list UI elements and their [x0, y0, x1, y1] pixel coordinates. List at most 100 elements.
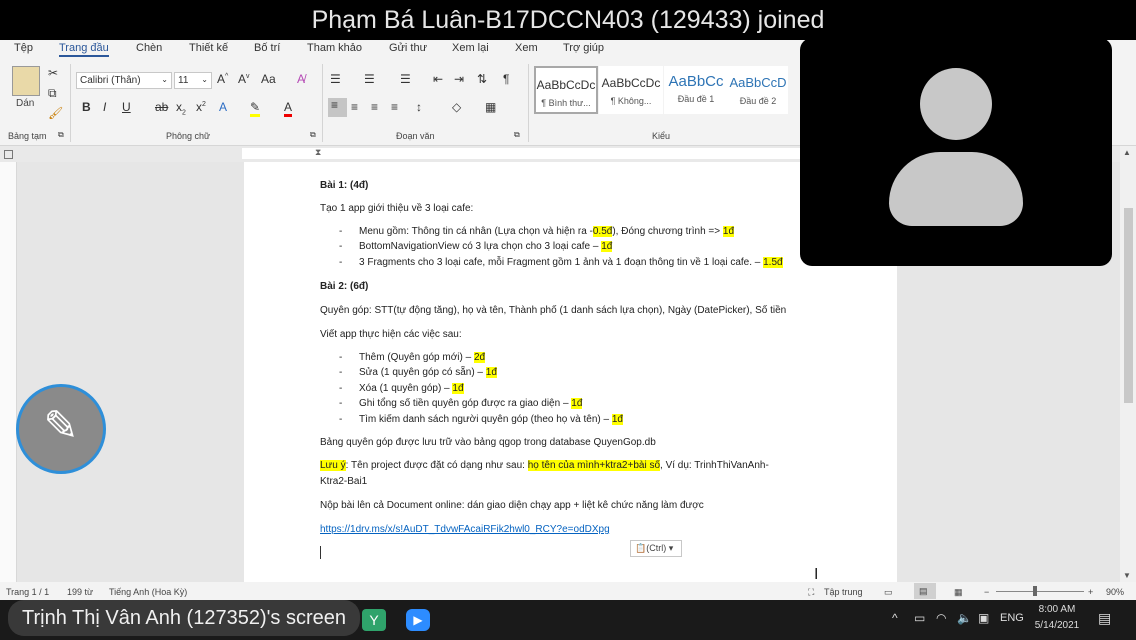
paste-icon[interactable] [12, 66, 40, 96]
bai2-item: Sửa (1 quyên góp có sẵn) – 1đ [359, 367, 497, 378]
zoom-slider[interactable] [996, 591, 1084, 592]
bullets-icon[interactable]: ☰ [330, 72, 341, 86]
style-heading-2[interactable]: AaBbCcD Đầu đề 2 [728, 66, 788, 114]
align-center-icon[interactable]: ≡ [351, 100, 358, 114]
bullet-dash: - [339, 398, 343, 409]
android-studio-icon[interactable]: Y [362, 609, 386, 631]
highlight-icon[interactable]: ✎ [250, 100, 261, 117]
scroll-down-icon[interactable]: ▼ [1123, 571, 1131, 580]
text: Menu gồm: Thông tin cá nhân (Lựa chọn và… [359, 226, 593, 237]
bold-button[interactable]: B [82, 100, 91, 114]
align-left-icon[interactable]: ≡ [328, 98, 347, 117]
tab-insert[interactable]: Chèn [136, 42, 162, 54]
ruler-band [242, 148, 802, 159]
tab-mailings[interactable]: Gửi thư [389, 42, 427, 54]
highlight: 1đ [571, 398, 583, 409]
page-count[interactable]: Trang 1 / 1 [6, 587, 49, 597]
underline-button[interactable]: U [122, 100, 131, 114]
clear-format-icon[interactable]: A̸ [297, 72, 305, 86]
style-no-spacing[interactable]: AaBbCcDc ¶ Không... [599, 66, 663, 114]
paste-button-label[interactable]: Dán [16, 98, 34, 109]
copy-icon[interactable]: ⧉ [48, 86, 57, 101]
tab-file[interactable]: Tệp [14, 42, 33, 54]
justify-icon[interactable]: ≡ [391, 100, 398, 114]
print-layout-icon[interactable]: ▤ [914, 583, 936, 599]
tab-help[interactable]: Trợ giúp [563, 42, 604, 54]
bai2-item: Ghi tổng số tiền quyên góp được ra giao … [359, 398, 583, 409]
font-name-value: Calibri (Thân) [80, 75, 141, 86]
focus-mode-label[interactable]: Tập trung [824, 587, 863, 597]
italic-button[interactable]: I [103, 100, 106, 114]
read-mode-icon[interactable]: ▭ [884, 587, 893, 598]
bai1-item-3: 3 Fragments cho 3 loại cafe, mỗi Fragmen… [359, 257, 783, 268]
text: Ghi tổng số tiền quyên góp được ra giao … [359, 398, 572, 409]
decrease-indent-icon[interactable]: ⇤ [433, 72, 443, 86]
chevron-up-icon[interactable]: ^ [892, 611, 898, 625]
format-painter-icon[interactable]: 🖌 [48, 106, 63, 120]
notification-icon[interactable]: ▤ [1098, 610, 1111, 627]
bai2-fields: Quyên góp: STT(tự động tăng), họ và tên,… [320, 305, 787, 316]
bullet-dash: - [339, 383, 343, 394]
style-heading-1[interactable]: AaBbCc Đầu đề 1 [664, 66, 728, 114]
dialog-launcher-icon[interactable]: ⧉ [310, 130, 316, 140]
zoom-level[interactable]: 90% [1106, 587, 1124, 597]
increase-indent-icon[interactable]: ⇥ [454, 72, 464, 86]
multilevel-list-icon[interactable]: ☰ [400, 72, 411, 86]
paste-options-button[interactable]: 📋(Ctrl) ▾ [630, 540, 682, 557]
onedrive-link[interactable]: https://1drv.ms/x/s!AuDT_TdvwFAcaiRFik2h… [320, 524, 610, 535]
style-normal[interactable]: AaBbCcDc ¶ Bình thư... [534, 66, 598, 114]
grow-font-icon[interactable]: A^ [217, 72, 228, 86]
scrollbar-thumb[interactable] [1124, 208, 1133, 403]
volume-icon[interactable]: 🔈 [957, 611, 972, 625]
shrink-font-icon[interactable]: Av [238, 72, 250, 86]
dialog-launcher-icon[interactable]: ⧉ [514, 130, 520, 140]
zoom-app-icon[interactable]: ▶ [406, 609, 430, 631]
participant-video-tile[interactable] [800, 38, 1112, 266]
scroll-up-icon[interactable]: ▲ [1123, 148, 1131, 157]
zoom-out-icon[interactable]: − [984, 587, 989, 597]
clock-time[interactable]: 8:00 AM [1036, 604, 1078, 615]
tab-home[interactable]: Trang đầu [59, 42, 109, 57]
sort-icon[interactable]: ⇅ [477, 72, 487, 86]
language[interactable]: Tiếng Anh (Hoa Kỳ) [109, 587, 187, 597]
indent-marker-icon[interactable]: ⧗ [315, 147, 321, 158]
bai1-title: Bài 1: (4đ) [320, 180, 369, 191]
highlight: 1đ [611, 414, 623, 425]
strikethrough-icon[interactable]: ab [155, 100, 168, 114]
word-count[interactable]: 199 từ [67, 587, 93, 597]
tab-view[interactable]: Xem [515, 42, 538, 54]
dialog-launcher-icon[interactable]: ⧉ [58, 130, 64, 140]
zoom-slider-thumb[interactable] [1033, 586, 1037, 596]
numbering-icon[interactable]: ☰ [364, 72, 375, 86]
align-right-icon[interactable]: ≡ [371, 100, 378, 114]
clipboard-group-label: Bảng tạm [8, 131, 47, 141]
font-size-combo[interactable]: 11 ⌄ [174, 72, 212, 89]
input-language[interactable]: ENG [1000, 612, 1024, 624]
borders-icon[interactable]: ▦ [485, 100, 496, 114]
zoom-in-icon[interactable]: + [1088, 587, 1093, 597]
bullet-dash: - [339, 367, 343, 378]
change-case-icon[interactable]: Aa [261, 72, 276, 86]
battery-icon[interactable]: ▭ [914, 611, 925, 625]
focus-icon[interactable]: ⛶ [808, 587, 814, 598]
tab-design[interactable]: Thiết kế [189, 42, 228, 54]
wifi-icon[interactable]: ◠ [936, 611, 946, 625]
annotate-button[interactable]: ✎ [16, 384, 106, 474]
web-layout-icon[interactable]: ▦ [954, 587, 963, 598]
show-marks-icon[interactable]: ¶ [503, 72, 509, 86]
subscript-icon[interactable]: x2 [176, 100, 186, 116]
font-color-icon[interactable]: A [284, 100, 293, 117]
cut-icon[interactable]: ✂ [48, 66, 58, 80]
line-spacing-icon[interactable]: ↕ [416, 100, 422, 114]
tab-review[interactable]: Xem lại [452, 42, 489, 54]
highlight: 1.5đ [763, 257, 783, 268]
tab-layout[interactable]: Bố trí [254, 42, 280, 54]
tab-selector-icon[interactable] [4, 150, 13, 159]
security-icon[interactable]: ▣ [978, 611, 989, 625]
text-effects-icon[interactable]: A [219, 100, 227, 114]
superscript-icon[interactable]: x2 [196, 100, 206, 114]
font-name-combo[interactable]: Calibri (Thân) ⌄ [76, 72, 172, 89]
clock-date[interactable]: 5/14/2021 [1030, 620, 1084, 631]
shading-icon[interactable]: ◇ [452, 100, 461, 114]
tab-references[interactable]: Tham khảo [307, 42, 362, 54]
